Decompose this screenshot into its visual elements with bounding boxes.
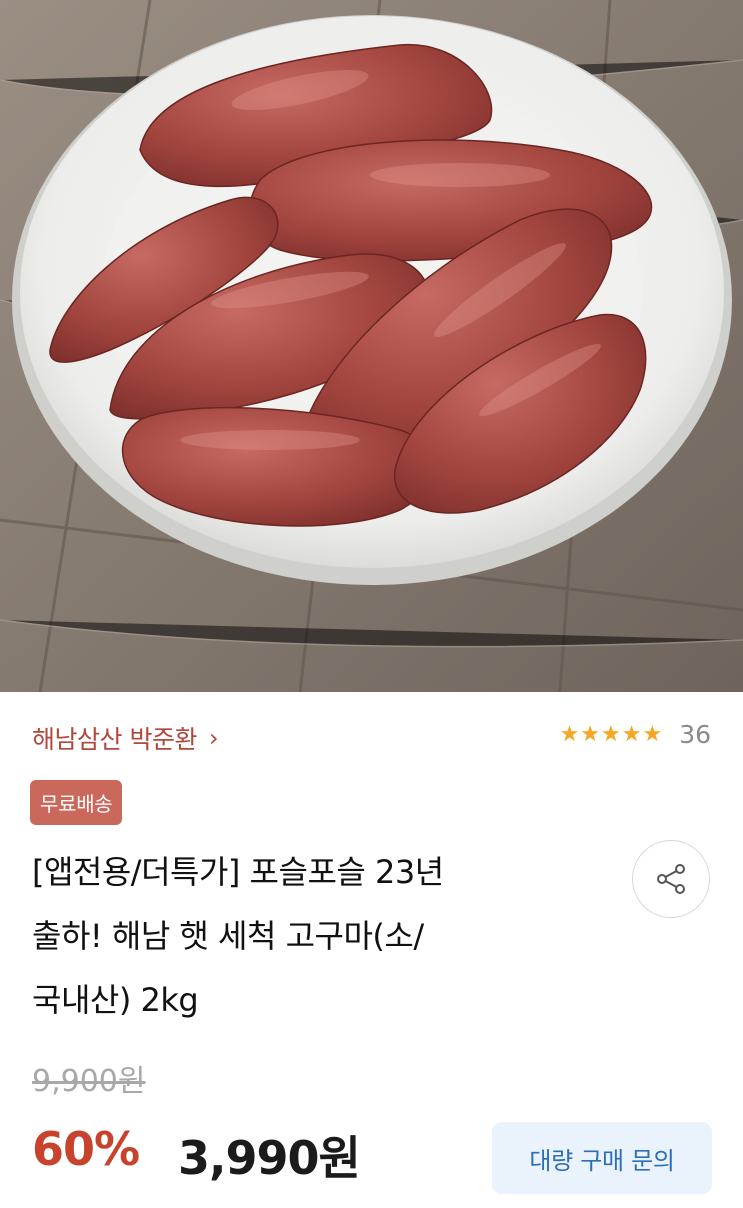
sale-price: 3,990원 bbox=[178, 1131, 361, 1185]
star-rating-icon: ★★★★★ bbox=[559, 722, 664, 747]
seller-link[interactable]: 해남삼산 박준환 › bbox=[32, 720, 219, 756]
free-shipping-badge: 무료배송 bbox=[30, 780, 123, 825]
product-title-line: 국내산) 2kg bbox=[32, 981, 199, 1019]
product-title: [앱전용/더특가] 포슬포슬 23년 출하! 해남 햇 세척 고구마(소/ 국내… bbox=[32, 840, 592, 1032]
product-image[interactable] bbox=[0, 0, 743, 692]
discount-rate: 60% bbox=[32, 1122, 140, 1176]
bulk-purchase-inquiry-button[interactable]: 대량 구매 문의 bbox=[492, 1122, 712, 1194]
share-icon bbox=[657, 864, 685, 894]
original-price: 9,900원 bbox=[32, 1064, 146, 1099]
rating-summary[interactable]: ★★★★★ 36 bbox=[560, 720, 711, 749]
seller-name: 해남삼산 박준환 bbox=[32, 725, 197, 754]
chevron-right-icon: › bbox=[208, 724, 219, 752]
product-info-panel: 해남삼산 박준환 › ★★★★★ 36 무료배송 [앱전용/더특가] 포슬포슬 … bbox=[0, 692, 743, 1208]
product-title-line: 출하! 해남 햇 세척 고구마(소/ bbox=[32, 917, 424, 955]
product-photo bbox=[0, 0, 743, 692]
product-title-line: [앱전용/더특가] 포슬포슬 23년 bbox=[32, 853, 444, 891]
review-count: 36 bbox=[679, 720, 711, 749]
share-button[interactable] bbox=[632, 840, 710, 918]
